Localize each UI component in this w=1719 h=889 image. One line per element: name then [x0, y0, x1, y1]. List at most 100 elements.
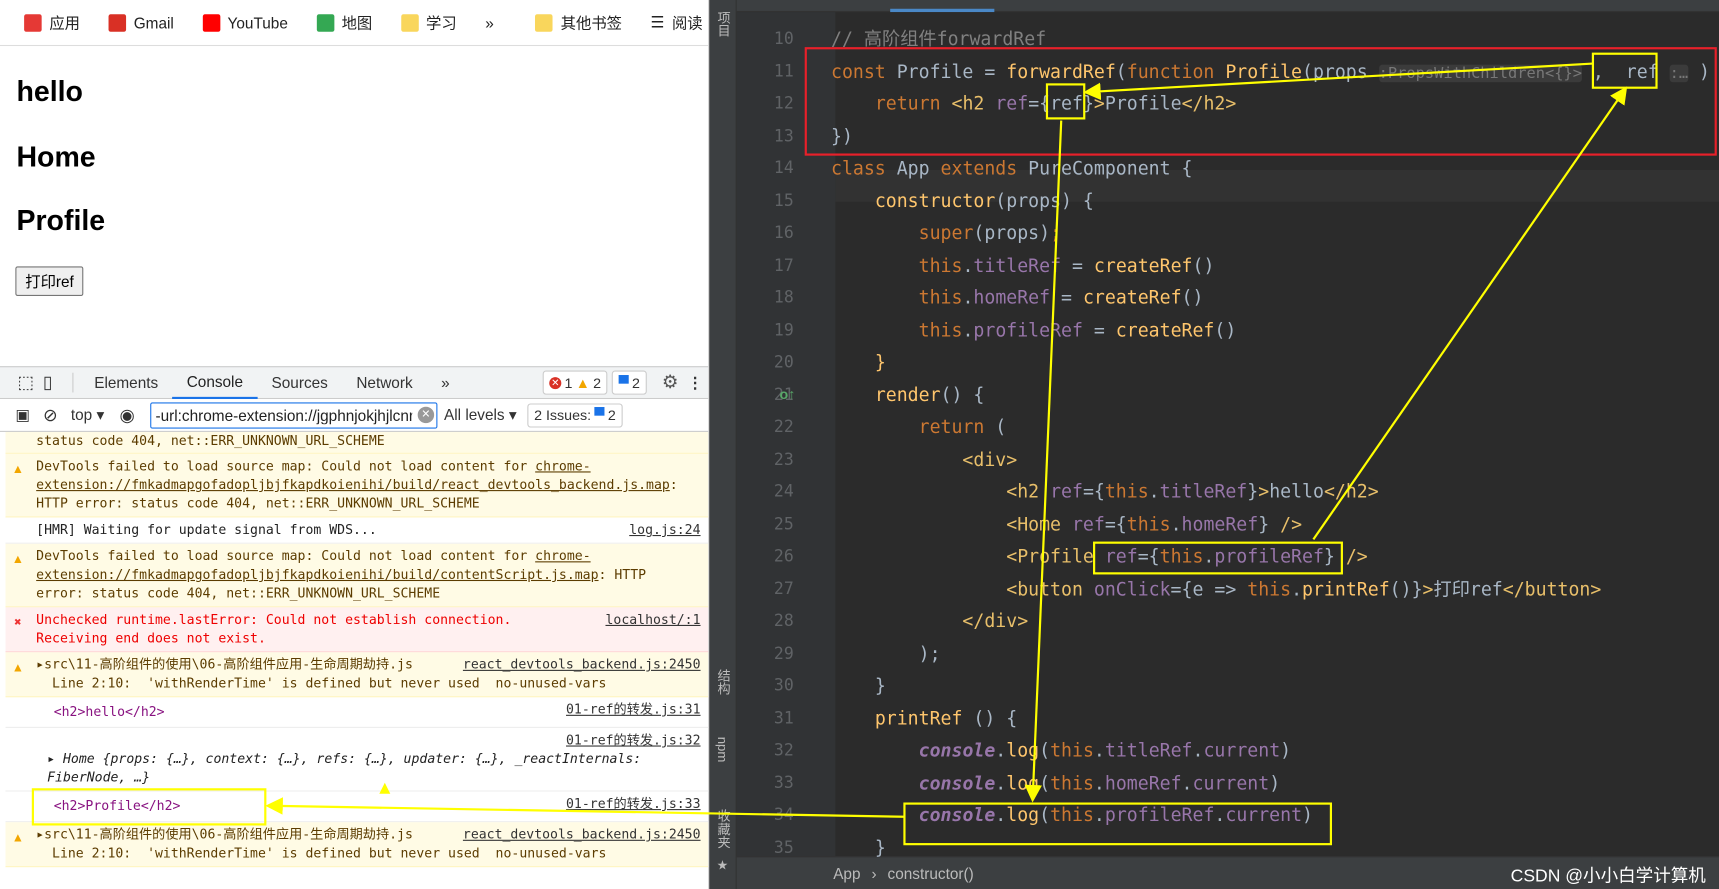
code-token: () — [1214, 319, 1237, 341]
breadcrumb-item[interactable]: App — [833, 864, 860, 882]
bookmark-label: 地图 — [341, 13, 373, 32]
code-line[interactable]: return ( — [831, 411, 1007, 443]
tab-elements[interactable]: Elements — [80, 367, 172, 399]
tab-network[interactable]: Network — [342, 367, 427, 399]
source-link[interactable]: react_devtools_backend.js:2450 — [462, 825, 701, 845]
code-token: ) — [1269, 772, 1281, 794]
source-link[interactable]: 01-ref的转发.js:33 — [566, 795, 701, 814]
line-number: 35 — [773, 837, 794, 857]
sidebar-toggle-icon[interactable]: ▣ — [15, 406, 30, 425]
code-line[interactable]: <div> — [831, 443, 1017, 475]
log-levels-select[interactable]: All levels ▾ — [444, 406, 517, 425]
code-token: :PropsWithChildren<{}> — [1378, 64, 1582, 82]
line-number: 34 — [773, 804, 794, 825]
context-select[interactable]: top ▾ — [71, 406, 104, 425]
code-token: :… — [1669, 64, 1689, 82]
code-line[interactable]: class App extends PureComponent { — [831, 152, 1192, 184]
code-token: ref — [995, 93, 1029, 115]
error-warning-badge[interactable]: ✕ 1 ▲ 2 — [542, 370, 608, 395]
code-token: ) — [1302, 804, 1314, 826]
apps-grid-icon — [24, 13, 42, 32]
code-line[interactable]: </div> — [831, 605, 1028, 637]
settings-gear-icon[interactable]: ⚙ — [662, 372, 679, 394]
tool-window-2[interactable]: npm — [715, 737, 730, 763]
code-line[interactable]: return <h2 ref={ref}>Profile</h2> — [831, 88, 1237, 120]
message-text: DevTools failed to load source map: Coul… — [36, 548, 536, 564]
bookmark-reading-list[interactable]: ☰ 阅读 — [651, 12, 703, 34]
code-line[interactable]: }) — [831, 120, 853, 152]
code-token: < — [951, 93, 963, 115]
code-token: => — [1214, 578, 1248, 600]
editor-tab-active[interactable] — [890, 0, 995, 13]
code-line[interactable]: ); — [831, 637, 941, 669]
clear-filter-icon[interactable]: ✕ — [417, 406, 435, 423]
code-token: <div> — [962, 448, 1018, 470]
code-line[interactable]: super(props); — [831, 217, 1061, 249]
editor-tabs — [736, 0, 1719, 13]
inspect-element-icon[interactable]: ⬚ — [18, 372, 35, 394]
tab-console[interactable]: Console — [172, 367, 258, 399]
code-line[interactable]: <Profile ref={this.profileRef} /> — [831, 540, 1367, 572]
code-line[interactable]: } — [831, 832, 886, 864]
source-link[interactable]: log.js:24 — [629, 521, 700, 540]
issues-button[interactable]: 2 Issues: ▀ 2 — [527, 402, 623, 428]
line-number: 18 — [773, 287, 794, 307]
bookmark-1[interactable]: Gmail — [108, 13, 174, 32]
code-line[interactable]: <h2 ref={this.titleRef}>hello</h2> — [831, 476, 1378, 508]
breadcrumb-item[interactable]: constructor() — [888, 864, 974, 882]
console-filter-input[interactable] — [150, 401, 438, 429]
tool-window-0[interactable]: 项目 — [715, 11, 734, 37]
bookmarks-overflow-button[interactable]: » — [485, 14, 494, 32]
kebab-menu-icon[interactable]: ⋮ — [687, 373, 702, 392]
code-line[interactable]: const Profile = forwardRef(function Prof… — [831, 55, 1719, 87]
bookmark-2[interactable]: YouTube — [202, 13, 288, 32]
code-line[interactable]: this.homeRef = createRef() — [831, 282, 1204, 314]
message-text: [HMR] Waiting for update signal from WDS… — [36, 521, 377, 538]
source-link[interactable]: localhost/:1 — [605, 610, 701, 630]
code-line[interactable]: printRef () { — [831, 702, 1017, 734]
code-token: function — [1126, 60, 1226, 82]
line-number: 30 — [773, 675, 794, 696]
code-line[interactable]: console.log(this.homeRef.current) — [831, 767, 1281, 799]
code-line[interactable]: constructor(props) { — [831, 185, 1094, 217]
code-line[interactable]: render() { — [831, 379, 985, 411]
code-token: <h2 — [1006, 481, 1051, 503]
tool-window-3[interactable]: 收藏夹 — [715, 809, 734, 848]
bookmark-other[interactable]: 其他书签 — [535, 12, 622, 34]
bookmark-0[interactable]: 应用 — [24, 12, 80, 34]
code-line[interactable]: this.profileRef = createRef() — [831, 314, 1237, 346]
bookmark-4[interactable]: 学习 — [400, 12, 457, 34]
console-message: 01-ref的转发.js:32 ▸ Home {props: {…}, conte… — [5, 728, 709, 792]
override-method-icon[interactable]: o↑ — [779, 386, 795, 402]
source-link[interactable]: 01-ref的转发.js:31 — [566, 701, 701, 720]
messages-badge[interactable]: ▀ 2 — [612, 370, 647, 395]
code-token: profileRef — [1214, 545, 1324, 567]
more-tabs-button[interactable]: » — [427, 367, 464, 399]
code-token: = — [1050, 287, 1083, 309]
code-line[interactable]: console.log(this.profileRef.current) — [831, 799, 1313, 831]
device-toolbar-icon[interactable]: ▯ — [43, 372, 53, 394]
code-token: ( — [1115, 60, 1127, 82]
code-line[interactable]: <Home ref={this.homeRef} /> — [831, 508, 1302, 540]
line-number: 20 — [773, 351, 794, 372]
bookmark-3[interactable]: 地图 — [316, 12, 372, 34]
source-link[interactable]: react_devtools_backend.js:2450 — [462, 655, 701, 675]
print-ref-button[interactable]: 打印ref — [15, 266, 84, 297]
live-expression-eye-icon[interactable]: ◉ — [120, 404, 135, 426]
source-link[interactable]: 01-ref的转发.js:32 — [566, 731, 701, 750]
code-line[interactable]: // 高阶组件forwardRef — [831, 23, 1046, 55]
code-line[interactable]: console.log(this.titleRef.current) — [831, 735, 1291, 767]
tab-sources[interactable]: Sources — [257, 367, 342, 399]
code-line[interactable]: } — [831, 346, 886, 378]
bookmark-label: 阅读 — [671, 13, 703, 32]
tool-window-1[interactable]: 结构 — [715, 669, 734, 695]
code-line[interactable]: <button onClick={e => this.printRef()}>打… — [831, 573, 1601, 605]
code-line[interactable]: this.titleRef = createRef() — [831, 249, 1215, 281]
favorites-star-icon[interactable]: ★ — [715, 857, 730, 872]
code-line[interactable]: } — [831, 670, 886, 702]
clear-console-icon[interactable]: ⊘ — [43, 404, 58, 426]
